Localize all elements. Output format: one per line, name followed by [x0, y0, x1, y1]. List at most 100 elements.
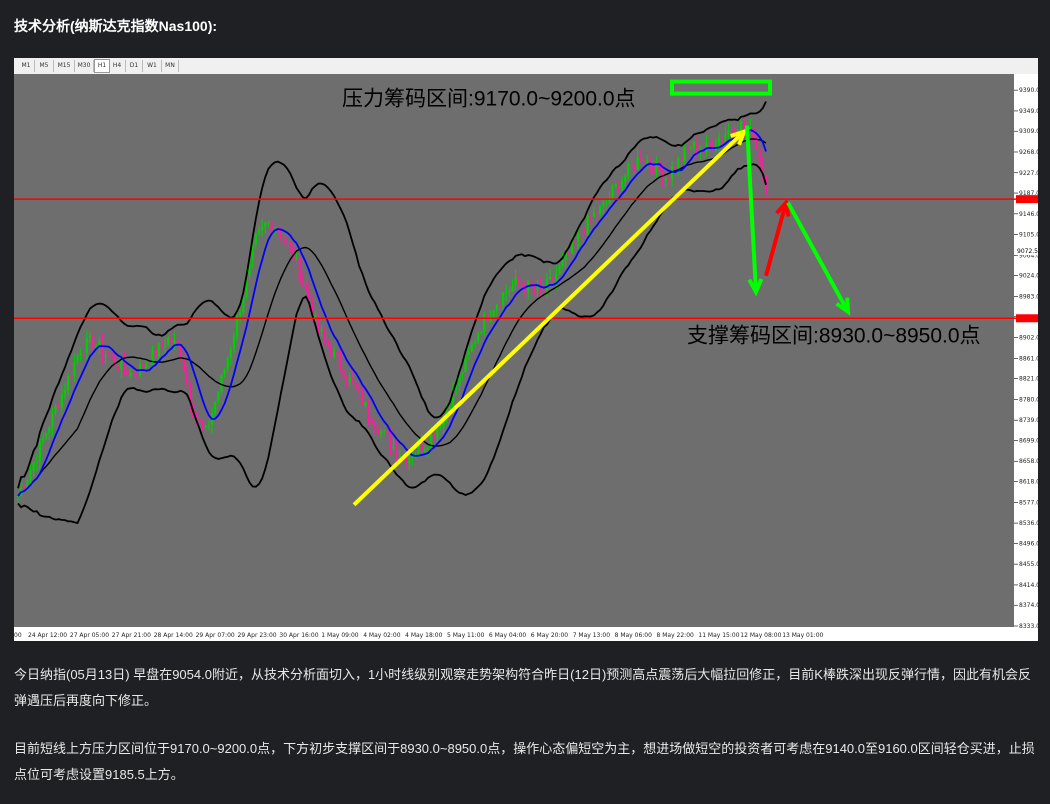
candle-body [505, 292, 508, 294]
candle-body [730, 130, 733, 133]
candle-body [545, 279, 549, 291]
x-tick-label: 29 Apr 07:00 [196, 632, 235, 639]
y-tick-label: 8536.0 [1019, 520, 1038, 527]
candle-body [54, 406, 57, 413]
candle-body [674, 166, 677, 170]
candle-body [721, 138, 724, 140]
candle-body [426, 448, 430, 450]
candle-body [383, 430, 386, 432]
x-tick-label: 11 May 15:00 [698, 632, 739, 639]
x-tick-label: 29 Apr 23:00 [238, 632, 277, 639]
candle-body [223, 369, 226, 375]
candle-body [602, 202, 605, 207]
support-price-tag [1016, 314, 1038, 323]
candle-body [692, 142, 696, 148]
candle-body [683, 147, 686, 161]
candle-body [167, 337, 170, 346]
candle-body [630, 164, 633, 166]
candle-body [395, 446, 398, 457]
candle-body [514, 277, 517, 286]
candle-body [358, 389, 361, 392]
candle-body [552, 276, 555, 281]
candle-body [217, 392, 220, 402]
candle-body [101, 340, 104, 356]
candle-body [742, 121, 746, 129]
candle-body [595, 212, 599, 215]
candle-body [370, 416, 373, 425]
candle-body [586, 215, 589, 235]
candle-body [677, 157, 680, 170]
timeframe-m30[interactable]: M30 [75, 60, 94, 72]
candle-body [163, 345, 167, 347]
x-tick-label: 8 May 06:00 [615, 632, 653, 639]
timeframe-w1[interactable]: W1 [143, 60, 162, 72]
candle-body [573, 241, 577, 243]
candle-body [664, 177, 667, 181]
timeframe-d1[interactable]: D1 [126, 60, 143, 72]
candle-body [117, 365, 120, 370]
candle-body [520, 283, 523, 287]
x-tick-label: 13 May 01:00 [782, 632, 823, 639]
timeframe-m1[interactable]: M1 [18, 60, 35, 72]
candle-body [727, 130, 730, 135]
x-tick-label: 27 Apr 21:00 [112, 632, 151, 639]
timeframe-h4[interactable]: H4 [109, 60, 126, 72]
candle-body [142, 363, 145, 369]
y-tick-label: 8739.0 [1019, 417, 1038, 424]
candle-body [329, 346, 333, 357]
candle-body [282, 238, 286, 241]
timeframe-h1[interactable]: H1 [94, 59, 110, 73]
candle-body [502, 292, 505, 306]
timeframe-mn[interactable]: MN [162, 60, 179, 72]
candle-body [38, 441, 42, 462]
candle-body [301, 280, 304, 285]
candle-body [170, 337, 173, 344]
candle-body [342, 369, 345, 379]
candle-body [261, 226, 264, 231]
candle-body [286, 240, 289, 242]
candle-body [70, 375, 73, 377]
y-tick-label: 9390.0 [1019, 87, 1038, 94]
x-tick-label: 28 Apr 14:00 [154, 632, 193, 639]
candle-body [98, 340, 101, 346]
y-tick-label: 8414.0 [1019, 582, 1038, 589]
candle-body [79, 353, 82, 356]
candle-body [599, 206, 602, 215]
candle-body [376, 428, 380, 435]
candle-body [76, 355, 79, 363]
candle-body [351, 378, 354, 384]
candle-body [592, 212, 595, 218]
candle-body [254, 234, 257, 245]
candle-body [702, 151, 705, 153]
timeframe-m15[interactable]: M15 [54, 60, 75, 72]
candle-body [758, 149, 761, 166]
candle-body [160, 343, 164, 346]
x-tick-label: 5 May 11:00 [447, 632, 485, 639]
y-tick-label: 8618.0 [1019, 479, 1038, 486]
candle-body [320, 329, 323, 332]
candle-body [633, 165, 636, 170]
candle-body [148, 365, 151, 367]
candle-body [45, 433, 48, 439]
candle-body [686, 147, 689, 149]
candle-body [154, 349, 157, 358]
timeframe-m5[interactable]: M5 [35, 60, 54, 72]
candle-body [492, 310, 495, 317]
candle-body [173, 340, 176, 344]
candle-body [495, 304, 498, 311]
analysis-paragraph-2: 目前短线上方压力区间位于9170.0~9200.0点，下方初步支撑区间于8930… [14, 741, 1035, 782]
chart-canvas: 9390.09349.09309.09268.09227.09187.09146… [14, 74, 1038, 641]
candle-body [583, 234, 586, 236]
candle-body [345, 378, 348, 382]
candle-body [35, 461, 38, 463]
candle-body [229, 348, 232, 358]
candle-body [298, 257, 301, 281]
candle-body [51, 412, 54, 428]
x-tick-label: 7 May 13:00 [573, 632, 611, 639]
candle-body [129, 373, 132, 376]
candle-body [373, 424, 376, 429]
candle-body [95, 345, 98, 348]
candle-body [627, 164, 630, 177]
y-tick-label: 8577.0 [1019, 499, 1038, 506]
y-tick-label: 8658.0 [1019, 458, 1038, 465]
